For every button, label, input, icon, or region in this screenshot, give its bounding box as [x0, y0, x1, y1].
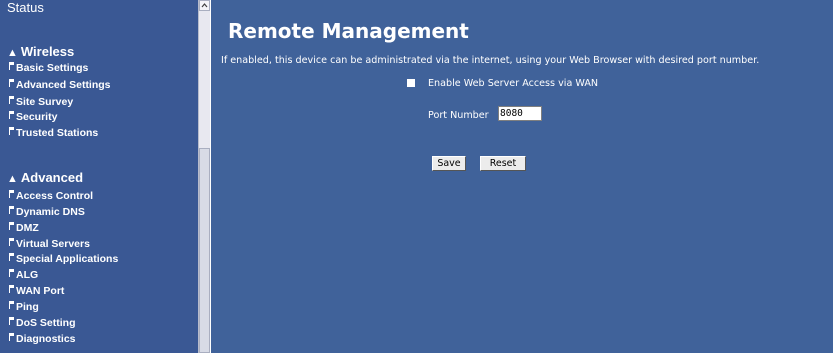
- sidebar-item-label: Basic Settings: [16, 62, 89, 74]
- triangle-up-icon: ▲: [7, 47, 18, 59]
- flag-icon: [9, 96, 14, 104]
- flag-icon: [9, 301, 14, 309]
- sidebar: Status ▲ Wireless Basic Settings Advanced…: [0, 0, 198, 353]
- flag-icon: [9, 333, 14, 341]
- flag-icon: [9, 222, 14, 230]
- reset-button[interactable]: Reset: [480, 156, 526, 171]
- flag-icon: [9, 79, 14, 87]
- scrollbar-thumb[interactable]: [199, 148, 210, 353]
- sidebar-item-wan-port[interactable]: WAN Port: [9, 285, 64, 297]
- sidebar-item-label: Dynamic DNS: [16, 206, 85, 218]
- save-button[interactable]: Save: [432, 156, 466, 171]
- flag-icon: [9, 190, 14, 198]
- sidebar-item-dos-setting[interactable]: DoS Setting: [9, 317, 76, 329]
- flag-icon: [9, 62, 14, 70]
- sidebar-item-label: Ping: [16, 301, 39, 313]
- sidebar-item-diagnostics[interactable]: Diagnostics: [9, 333, 76, 345]
- sidebar-item-alg[interactable]: ALG: [9, 269, 38, 281]
- sidebar-item-access-control[interactable]: Access Control: [9, 190, 93, 202]
- main-content: Remote Management If enabled, this devic…: [211, 0, 833, 353]
- sidebar-item-security[interactable]: Security: [9, 111, 57, 123]
- sidebar-item-label: Virtual Servers: [16, 238, 90, 250]
- flag-icon: [9, 269, 14, 277]
- sidebar-item-trusted-stations[interactable]: Trusted Stations: [9, 127, 98, 139]
- sidebar-item-label: Special Applications: [16, 253, 119, 265]
- sidebar-section-label: Status: [7, 0, 44, 15]
- sidebar-scrollbar[interactable]: [198, 0, 210, 353]
- port-number-input[interactable]: [498, 106, 542, 121]
- flag-icon: [9, 317, 14, 325]
- sidebar-item-label: DoS Setting: [16, 317, 76, 329]
- sidebar-section-advanced[interactable]: ▲ Advanced: [7, 170, 83, 185]
- sidebar-item-ping[interactable]: Ping: [9, 301, 39, 313]
- flag-icon: [9, 111, 14, 119]
- sidebar-item-basic-settings[interactable]: Basic Settings: [9, 62, 88, 74]
- flag-icon: [9, 206, 14, 214]
- sidebar-item-label: Security: [16, 111, 58, 123]
- flag-icon: [9, 285, 14, 293]
- scroll-up-button[interactable]: [199, 0, 210, 11]
- flag-icon: [9, 238, 14, 246]
- page-description: If enabled, this device can be administr…: [221, 55, 760, 66]
- triangle-up-icon: ▲: [7, 173, 18, 185]
- sidebar-section-label: Advanced: [20, 170, 84, 185]
- sidebar-section-status[interactable]: Status: [7, 0, 44, 15]
- flag-icon: [9, 253, 14, 261]
- sidebar-item-label: DMZ: [16, 222, 39, 234]
- sidebar-item-virtual-servers[interactable]: Virtual Servers: [9, 238, 90, 250]
- sidebar-section-label: Wireless: [20, 44, 75, 59]
- sidebar-item-dmz[interactable]: DMZ: [9, 222, 39, 234]
- page-title: Remote Management: [228, 19, 469, 43]
- sidebar-item-label: Site Survey: [16, 96, 74, 108]
- port-number-label: Port Number: [428, 110, 489, 121]
- sidebar-item-site-survey[interactable]: Site Survey: [9, 96, 73, 108]
- sidebar-item-label: Trusted Stations: [16, 127, 99, 139]
- sidebar-item-label: Advanced Settings: [16, 79, 111, 91]
- sidebar-item-special-applications[interactable]: Special Applications: [9, 253, 118, 265]
- sidebar-section-wireless[interactable]: ▲ Wireless: [7, 44, 74, 59]
- chevron-up-icon: [201, 3, 208, 8]
- sidebar-item-advanced-settings[interactable]: Advanced Settings: [9, 79, 111, 91]
- sidebar-item-label: ALG: [16, 269, 39, 281]
- sidebar-item-dynamic-dns[interactable]: Dynamic DNS: [9, 206, 85, 218]
- sidebar-item-label: Diagnostics: [16, 333, 76, 345]
- flag-icon: [9, 127, 14, 135]
- enable-wan-access-label: Enable Web Server Access via WAN: [428, 78, 599, 89]
- enable-wan-access-checkbox[interactable]: [407, 79, 415, 87]
- sidebar-item-label: WAN Port: [16, 285, 65, 297]
- sidebar-item-label: Access Control: [16, 190, 94, 202]
